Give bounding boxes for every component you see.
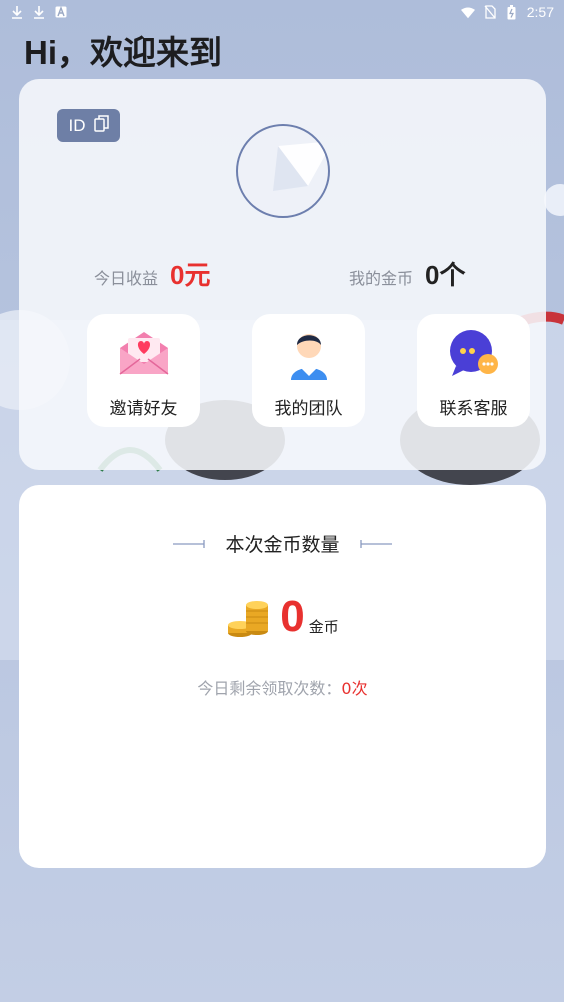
profile-card: ID 今日收益 0元 我的金币 0个 邀请好友 我的团队 联系客服 [19, 79, 546, 470]
coin-unit-label: 金币 [308, 618, 339, 636]
invite-friends-button[interactable]: 邀请好友 [87, 314, 200, 427]
today-income: 今日收益 0元 [94, 255, 210, 292]
wifi-icon [460, 5, 475, 19]
coin-stack-icon [228, 601, 269, 637]
status-left-icons [10, 5, 68, 19]
coin-card: 本次金币数量 0 金币 今日剩余领取次数：0次 [19, 485, 546, 868]
avatar-placeholder-icon [273, 141, 328, 191]
coin-amount-value: 0 [280, 592, 305, 641]
contact-support-button[interactable]: 联系客服 [417, 314, 530, 427]
my-coins: 我的金币 0个 [349, 255, 465, 292]
right-divider-icon [359, 539, 392, 548]
my-team-label: 我的团队 [274, 399, 343, 419]
coins-value: 0个 [425, 260, 466, 290]
status-right-icons: 2:57 [460, 4, 554, 20]
avatar[interactable] [236, 124, 330, 218]
coin-amount-row: 0 金币 [19, 595, 546, 639]
income-value: 0元 [170, 260, 211, 290]
id-badge[interactable]: ID [57, 109, 120, 142]
no-sim-icon [483, 5, 497, 19]
coin-card-title-text: 本次金币数量 [225, 534, 340, 556]
contact-support-label: 联系客服 [439, 399, 508, 419]
invite-friends-label: 邀请好友 [109, 399, 178, 419]
remaining-claims-value: 0次 [341, 679, 368, 698]
a-icon [54, 5, 68, 19]
download-icon [32, 5, 46, 19]
status-time: 2:57 [526, 4, 554, 20]
id-label: ID [68, 115, 86, 135]
copy-icon[interactable] [93, 114, 109, 137]
envelope-heart-icon [119, 332, 168, 375]
chat-bubble-icon [449, 330, 498, 376]
remaining-claims: 今日剩余领取次数：0次 [19, 675, 546, 699]
battery-icon [505, 4, 519, 19]
download-icon [10, 5, 24, 19]
greeting-title: Hi，欢迎来到 [24, 34, 222, 71]
person-icon [290, 334, 327, 380]
my-team-button[interactable]: 我的团队 [252, 314, 365, 427]
remaining-claims-label: 今日剩余领取次数： [197, 679, 342, 698]
left-divider-icon [173, 539, 206, 548]
status-bar: 2:57 [0, 0, 564, 24]
income-label: 今日收益 [94, 269, 159, 288]
coins-label: 我的金币 [349, 269, 414, 288]
coin-card-title: 本次金币数量 [19, 530, 546, 557]
